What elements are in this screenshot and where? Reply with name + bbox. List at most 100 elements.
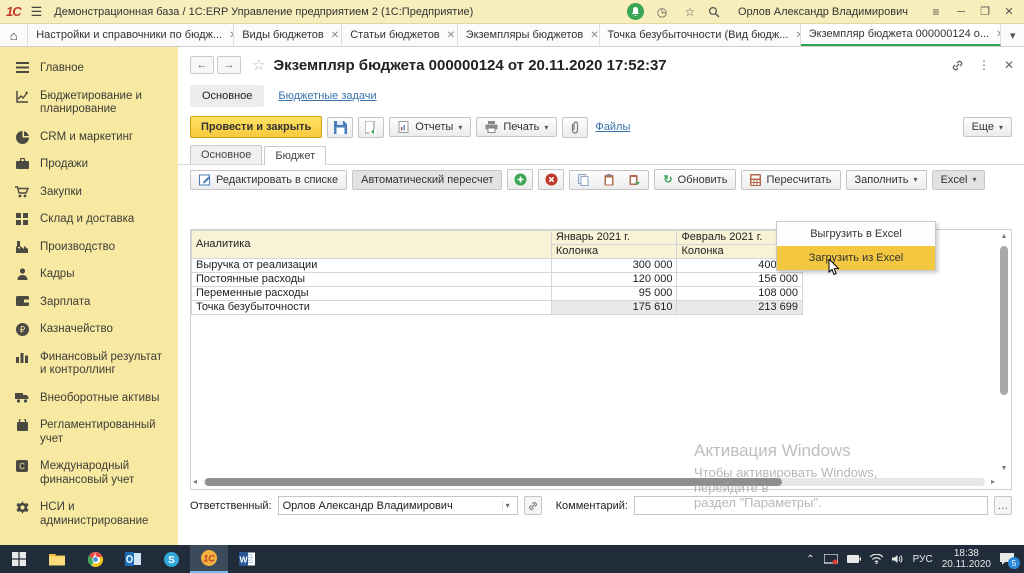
files-link[interactable]: Файлы xyxy=(595,121,630,133)
forward-button[interactable]: → xyxy=(217,56,241,74)
vertical-scroll-thumb[interactable] xyxy=(1000,246,1008,395)
sidebar-item-purchases[interactable]: Закупки xyxy=(0,179,178,207)
vertical-scrollbar[interactable]: ▲ ▼ xyxy=(998,232,1010,473)
paste-button[interactable] xyxy=(596,171,622,189)
close-tab-icon[interactable]: ✕ xyxy=(331,30,339,41)
1c-app-icon[interactable]: 1С xyxy=(190,545,228,573)
restore-button[interactable]: ❐ xyxy=(976,5,994,18)
minimize-button[interactable]: ─ xyxy=(952,6,970,18)
sidebar-item-treasury[interactable]: ₽ Казначейство xyxy=(0,316,178,344)
responsible-dropdown-icon[interactable]: ▾ xyxy=(502,501,513,510)
get-link-icon[interactable] xyxy=(951,59,964,72)
sidebar-item-hr[interactable]: Кадры xyxy=(0,261,178,289)
skype-icon[interactable]: S xyxy=(152,545,190,573)
column-header-analytics[interactable]: Аналитика xyxy=(192,231,552,259)
sidebar-item-noncurrent-assets[interactable]: Внеоборотные активы xyxy=(0,385,178,413)
sidebar-item-main[interactable]: Главное xyxy=(0,55,178,83)
start-button[interactable] xyxy=(0,545,38,573)
post-and-close-button[interactable]: Провести и закрыть xyxy=(190,116,322,138)
close-tab-icon[interactable]: ✕ xyxy=(590,30,598,41)
save-button[interactable] xyxy=(327,117,353,138)
service-menu-icon[interactable]: ≡ xyxy=(926,5,946,19)
add-row-button[interactable] xyxy=(507,169,533,190)
close-form-button[interactable]: ✕ xyxy=(1004,58,1014,72)
tab-budget-settings[interactable]: Настройки и справочники по бюдж...✕ xyxy=(28,24,234,46)
scroll-down-icon[interactable]: ▼ xyxy=(998,465,1010,472)
auto-recalc-toggle[interactable]: Автоматический пересчет xyxy=(352,170,502,190)
sidebar-item-sales[interactable]: Продажи xyxy=(0,151,178,179)
sidebar-item-production[interactable]: Производство xyxy=(0,234,178,262)
sidebar-item-admin[interactable]: НСИ и администрирование xyxy=(0,494,178,535)
table-row-breakeven[interactable]: Точка безубыточности 175 610 213 699 xyxy=(192,301,803,315)
sidebar-item-regulated-accounting[interactable]: Регламентированный учет xyxy=(0,412,178,453)
subtab-main[interactable]: Основное xyxy=(190,145,262,164)
sidebar-item-warehouse[interactable]: Склад и доставка xyxy=(0,206,178,234)
back-button[interactable]: ← xyxy=(190,56,214,74)
sidebar-item-ifrs[interactable]: C Международный финансовый учет xyxy=(0,453,178,494)
refresh-button[interactable]: ↻Обновить xyxy=(654,169,736,190)
current-user[interactable]: Орлов Александр Владимирович xyxy=(738,6,908,18)
excel-button[interactable]: Excel▾ xyxy=(932,170,986,190)
battery-icon[interactable] xyxy=(847,555,861,563)
tabs-overflow-chevron-icon[interactable]: ▾ xyxy=(1001,24,1024,46)
favorite-star-icon[interactable]: ☆ xyxy=(252,56,265,74)
tab-breakeven-view[interactable]: Точка безубыточности (Вид бюдж...✕ xyxy=(600,24,801,46)
tab-budget-items[interactable]: Статьи бюджетов✕ xyxy=(342,24,457,46)
print-button[interactable]: Печать▾ xyxy=(476,117,557,137)
table-row-revenue[interactable]: Выручка от реализации 300 000 400 000 xyxy=(192,259,803,273)
chrome-icon[interactable] xyxy=(76,545,114,573)
file-explorer-icon[interactable] xyxy=(38,545,76,573)
budget-table[interactable]: Аналитика Январь 2021 г. Февраль 2021 г.… xyxy=(191,230,803,315)
responsible-open-icon[interactable] xyxy=(524,496,542,515)
attachments-button[interactable] xyxy=(562,117,588,138)
language-indicator[interactable]: РУС xyxy=(913,554,933,565)
reports-button[interactable]: Отчеты▾ xyxy=(389,117,471,137)
column-header-jan[interactable]: Январь 2021 г. xyxy=(551,231,677,245)
tab-budget-instance-124[interactable]: Экземпляр бюджета 000000124 о...✕ xyxy=(801,24,1002,46)
column-subheader-jan[interactable]: Колонка xyxy=(551,245,677,259)
word-icon[interactable]: W xyxy=(228,545,266,573)
table-row-fixed-costs[interactable]: Постоянные расходы 120 000 156 000 xyxy=(192,273,803,287)
menu-item-export-excel[interactable]: Выгрузить в Excel xyxy=(777,222,935,246)
tray-expand-icon[interactable]: ⌃ xyxy=(806,554,814,565)
paste-special-button[interactable] xyxy=(622,171,648,189)
sidebar-item-payroll[interactable]: Зарплата xyxy=(0,289,178,317)
favorites-star-icon[interactable]: ☆ xyxy=(680,5,700,19)
notifications-bell-icon[interactable] xyxy=(627,3,644,20)
scroll-left-icon[interactable]: ◂ xyxy=(193,477,197,486)
sidebar-item-budgeting[interactable]: Бюджетирование и планирование xyxy=(0,83,178,124)
fill-button[interactable]: Заполнить▾ xyxy=(846,170,927,190)
navtab-budget-tasks[interactable]: Бюджетные задачи xyxy=(278,90,376,102)
post-document-button[interactable] xyxy=(358,117,384,138)
volume-icon[interactable] xyxy=(892,554,904,564)
wifi-icon[interactable] xyxy=(870,554,883,564)
edit-in-list-button[interactable]: Редактировать в списке xyxy=(190,170,347,190)
subtab-budget[interactable]: Бюджет xyxy=(264,146,326,165)
outlook-icon[interactable] xyxy=(114,545,152,573)
home-icon[interactable]: ⌂ xyxy=(0,24,28,46)
close-window-button[interactable]: ✕ xyxy=(1000,5,1018,18)
recalculate-button[interactable]: Пересчитать xyxy=(741,170,840,190)
tray-display-icon[interactable] xyxy=(824,554,838,565)
action-center-icon[interactable]: 5 xyxy=(1000,553,1014,565)
sidebar-item-finresult[interactable]: Финансовый результат и контроллинг xyxy=(0,344,178,385)
close-tab-icon[interactable]: ✕ xyxy=(447,30,455,41)
main-menu-icon[interactable]: ☰ xyxy=(31,4,43,20)
navtab-main[interactable]: Основное xyxy=(190,85,264,107)
more-button[interactable]: Еще▾ xyxy=(963,117,1012,137)
tab-budget-kinds[interactable]: Виды бюджетов✕ xyxy=(234,24,342,46)
copy-button[interactable] xyxy=(570,171,596,189)
history-icon[interactable]: ◷ xyxy=(652,5,672,19)
clock[interactable]: 18:38 20.11.2020 xyxy=(942,548,991,570)
scroll-right-icon[interactable]: ▸ xyxy=(991,477,995,486)
responsible-field[interactable]: Орлов Александр Владимирович ▾ xyxy=(278,496,518,515)
table-row-variable-costs[interactable]: Переменные расходы 95 000 108 000 xyxy=(192,287,803,301)
delete-row-button[interactable] xyxy=(538,169,564,190)
tab-budget-instances[interactable]: Экземпляры бюджетов✕ xyxy=(458,24,600,46)
scroll-up-icon[interactable]: ▲ xyxy=(998,233,1010,240)
more-menu-icon[interactable]: ⋮ xyxy=(978,58,990,72)
comment-more-button[interactable]: … xyxy=(994,496,1012,515)
sidebar-item-crm[interactable]: CRM и маркетинг xyxy=(0,124,178,152)
search-icon[interactable] xyxy=(708,6,728,18)
menu-item-import-excel[interactable]: Загрузить из Excel xyxy=(777,246,935,270)
